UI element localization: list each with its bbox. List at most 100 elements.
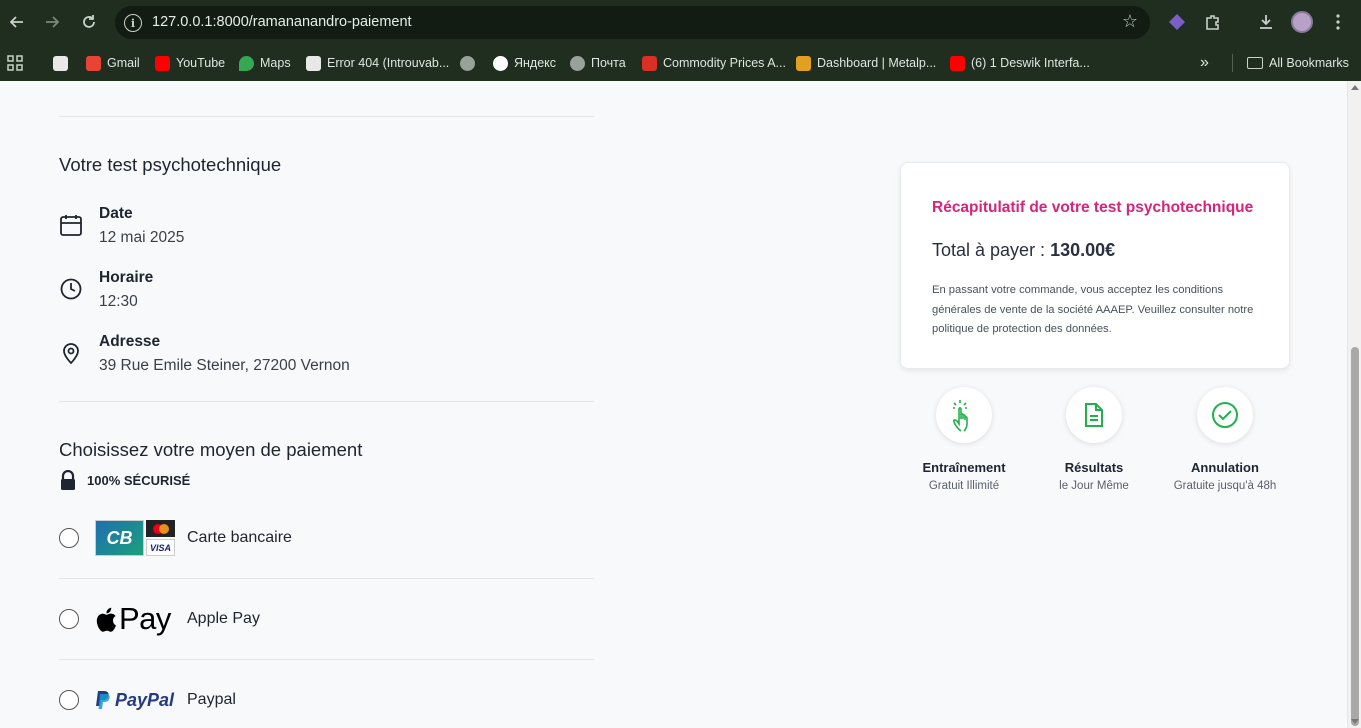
globe-icon (570, 55, 585, 71)
youtube-icon (950, 55, 965, 71)
card-label: Carte bancaire (187, 529, 292, 546)
test-heading: Votre test psychotechnique (59, 154, 282, 175)
payment-option-card[interactable]: CB VISA Carte bancaire (59, 518, 594, 558)
apple-icon (96, 607, 116, 632)
feature-icon-circle (1197, 387, 1253, 443)
feature-icon-circle (1066, 387, 1122, 443)
payment-option-apple-pay[interactable]: Pay Apple Pay (59, 599, 594, 639)
page-icon (306, 55, 321, 71)
payment-heading: Choisissez votre moyen de paiement (59, 439, 363, 460)
download-icon (1260, 15, 1272, 29)
secure-badge: 100% SÉCURISÉ (59, 470, 190, 490)
menu-button[interactable] (1325, 9, 1351, 35)
apple-pay-logo: Pay (95, 600, 175, 638)
avatar (1291, 11, 1313, 33)
feature-cancellation: Annulation Gratuite jusqu'à 48h (1155, 387, 1295, 492)
bookmark-gmail[interactable]: Gmail (86, 53, 140, 73)
extension-gem-icon (1169, 14, 1185, 30)
apple-pay-label: Apple Pay (187, 610, 260, 627)
radio-card[interactable] (59, 528, 79, 548)
bookmark-globe[interactable] (460, 53, 475, 73)
payment-option-paypal[interactable]: PayPal Paypal (59, 680, 594, 720)
time-value: 12:30 (99, 293, 138, 310)
scrollbar-thumb[interactable] (1351, 347, 1359, 726)
feature-subtitle: Gratuite jusqu'à 48h (1173, 480, 1277, 492)
extensions-button[interactable] (1200, 9, 1226, 35)
feature-title: Annulation (1191, 460, 1259, 475)
paypal-label: Paypal (187, 691, 236, 708)
bookmark-blank[interactable] (53, 53, 68, 73)
check-circle-icon (1212, 402, 1238, 428)
bookmark-error-404[interactable]: Error 404 (Introuvab... (306, 53, 449, 73)
globe-icon (460, 55, 475, 71)
yandex-icon (493, 55, 508, 71)
page-icon (53, 55, 68, 71)
gmail-icon (86, 55, 101, 71)
address-label: Adresse (99, 333, 161, 350)
more-bookmarks-button[interactable]: » (1200, 53, 1209, 73)
bookmark-youtube[interactable]: YouTube (155, 53, 225, 73)
feature-training: Entraînement Gratuit Illimité (894, 387, 1034, 492)
divider (59, 116, 594, 117)
arrow-right-icon (46, 16, 60, 28)
summary-title: Récapitulatif de votre test psychotechni… (932, 199, 1254, 216)
star-icon[interactable]: ☆ (1122, 11, 1138, 32)
hand-pointer-icon (952, 400, 968, 432)
browser-toolbar: i 127.0.0.1:8000/ramananandro-paiement ☆ (0, 0, 1361, 45)
total-line: Total à payer : 130.00€ (932, 240, 1115, 261)
all-bookmarks-button[interactable]: All Bookmarks (1247, 53, 1349, 73)
bookmark-yandex[interactable]: Яндекс (493, 53, 556, 73)
folder-icon (1247, 57, 1263, 69)
date-label: Date (99, 205, 133, 222)
divider (59, 659, 594, 660)
bookmark-pochta[interactable]: Почта (570, 53, 626, 73)
site-info-icon[interactable]: i (124, 14, 142, 32)
radio-paypal[interactable] (59, 690, 79, 710)
more-vertical-icon (1336, 14, 1340, 30)
commodity-icon (642, 55, 657, 71)
cb-visa-mastercard-logo: CB VISA (95, 519, 175, 557)
total-prefix: Total à payer : (932, 240, 1051, 260)
bookmark-dashboard[interactable]: Dashboard | Metalp... (796, 53, 936, 73)
maps-icon (239, 55, 254, 71)
feature-icon-circle (936, 387, 992, 443)
paypal-p-icon (96, 691, 110, 709)
bookmarks-bar: Gmail YouTube Maps Error 404 (Introuvab.… (0, 45, 1361, 81)
scroll-up-arrow[interactable] (1351, 85, 1359, 90)
apps-grid-icon (7, 55, 23, 71)
reload-button[interactable] (76, 9, 102, 35)
page-scrollbar[interactable] (1347, 81, 1361, 728)
paypal-text: PayPal (115, 689, 175, 710)
address-bar[interactable]: i 127.0.0.1:8000/ramananandro-paiement ☆ (115, 6, 1150, 39)
apps-button[interactable] (7, 53, 23, 73)
total-value: 130.00€ (1050, 240, 1116, 260)
url-text[interactable]: 127.0.0.1:8000/ramananandro-paiement (152, 14, 412, 30)
back-button[interactable] (4, 9, 30, 35)
calendar-icon (60, 215, 82, 236)
download-button[interactable] (1253, 9, 1279, 35)
bookmark-commodity[interactable]: Commodity Prices A... (642, 53, 786, 73)
arrow-left-icon (9, 16, 23, 28)
bookmark-deswik[interactable]: (6) 1 Deswik Interfa... (950, 53, 1090, 73)
bookmark-maps[interactable]: Maps (239, 53, 291, 73)
order-summary-card: Récapitulatif de votre test psychotechni… (900, 162, 1290, 369)
radio-apple-pay[interactable] (59, 609, 79, 629)
divider (59, 578, 594, 579)
extension-button[interactable] (1164, 9, 1190, 35)
time-label: Horaire (99, 269, 154, 286)
metal-icon (796, 55, 811, 71)
divider (59, 401, 594, 402)
document-icon (1085, 403, 1103, 427)
clock-icon (60, 278, 82, 300)
profile-button[interactable] (1289, 9, 1315, 35)
date-value: 12 mai 2025 (99, 229, 185, 246)
paypal-logo: PayPal (95, 681, 175, 719)
reload-icon (83, 15, 95, 28)
map-pin-icon (63, 343, 79, 365)
puzzle-icon (1206, 15, 1219, 30)
apple-pay-text: Pay (119, 601, 171, 636)
forward-button[interactable] (39, 9, 65, 35)
feature-title: Résultats (1064, 460, 1124, 475)
terms-text: En passant votre commande, vous acceptez… (932, 284, 1254, 335)
scroll-down-arrow[interactable] (1351, 719, 1359, 724)
